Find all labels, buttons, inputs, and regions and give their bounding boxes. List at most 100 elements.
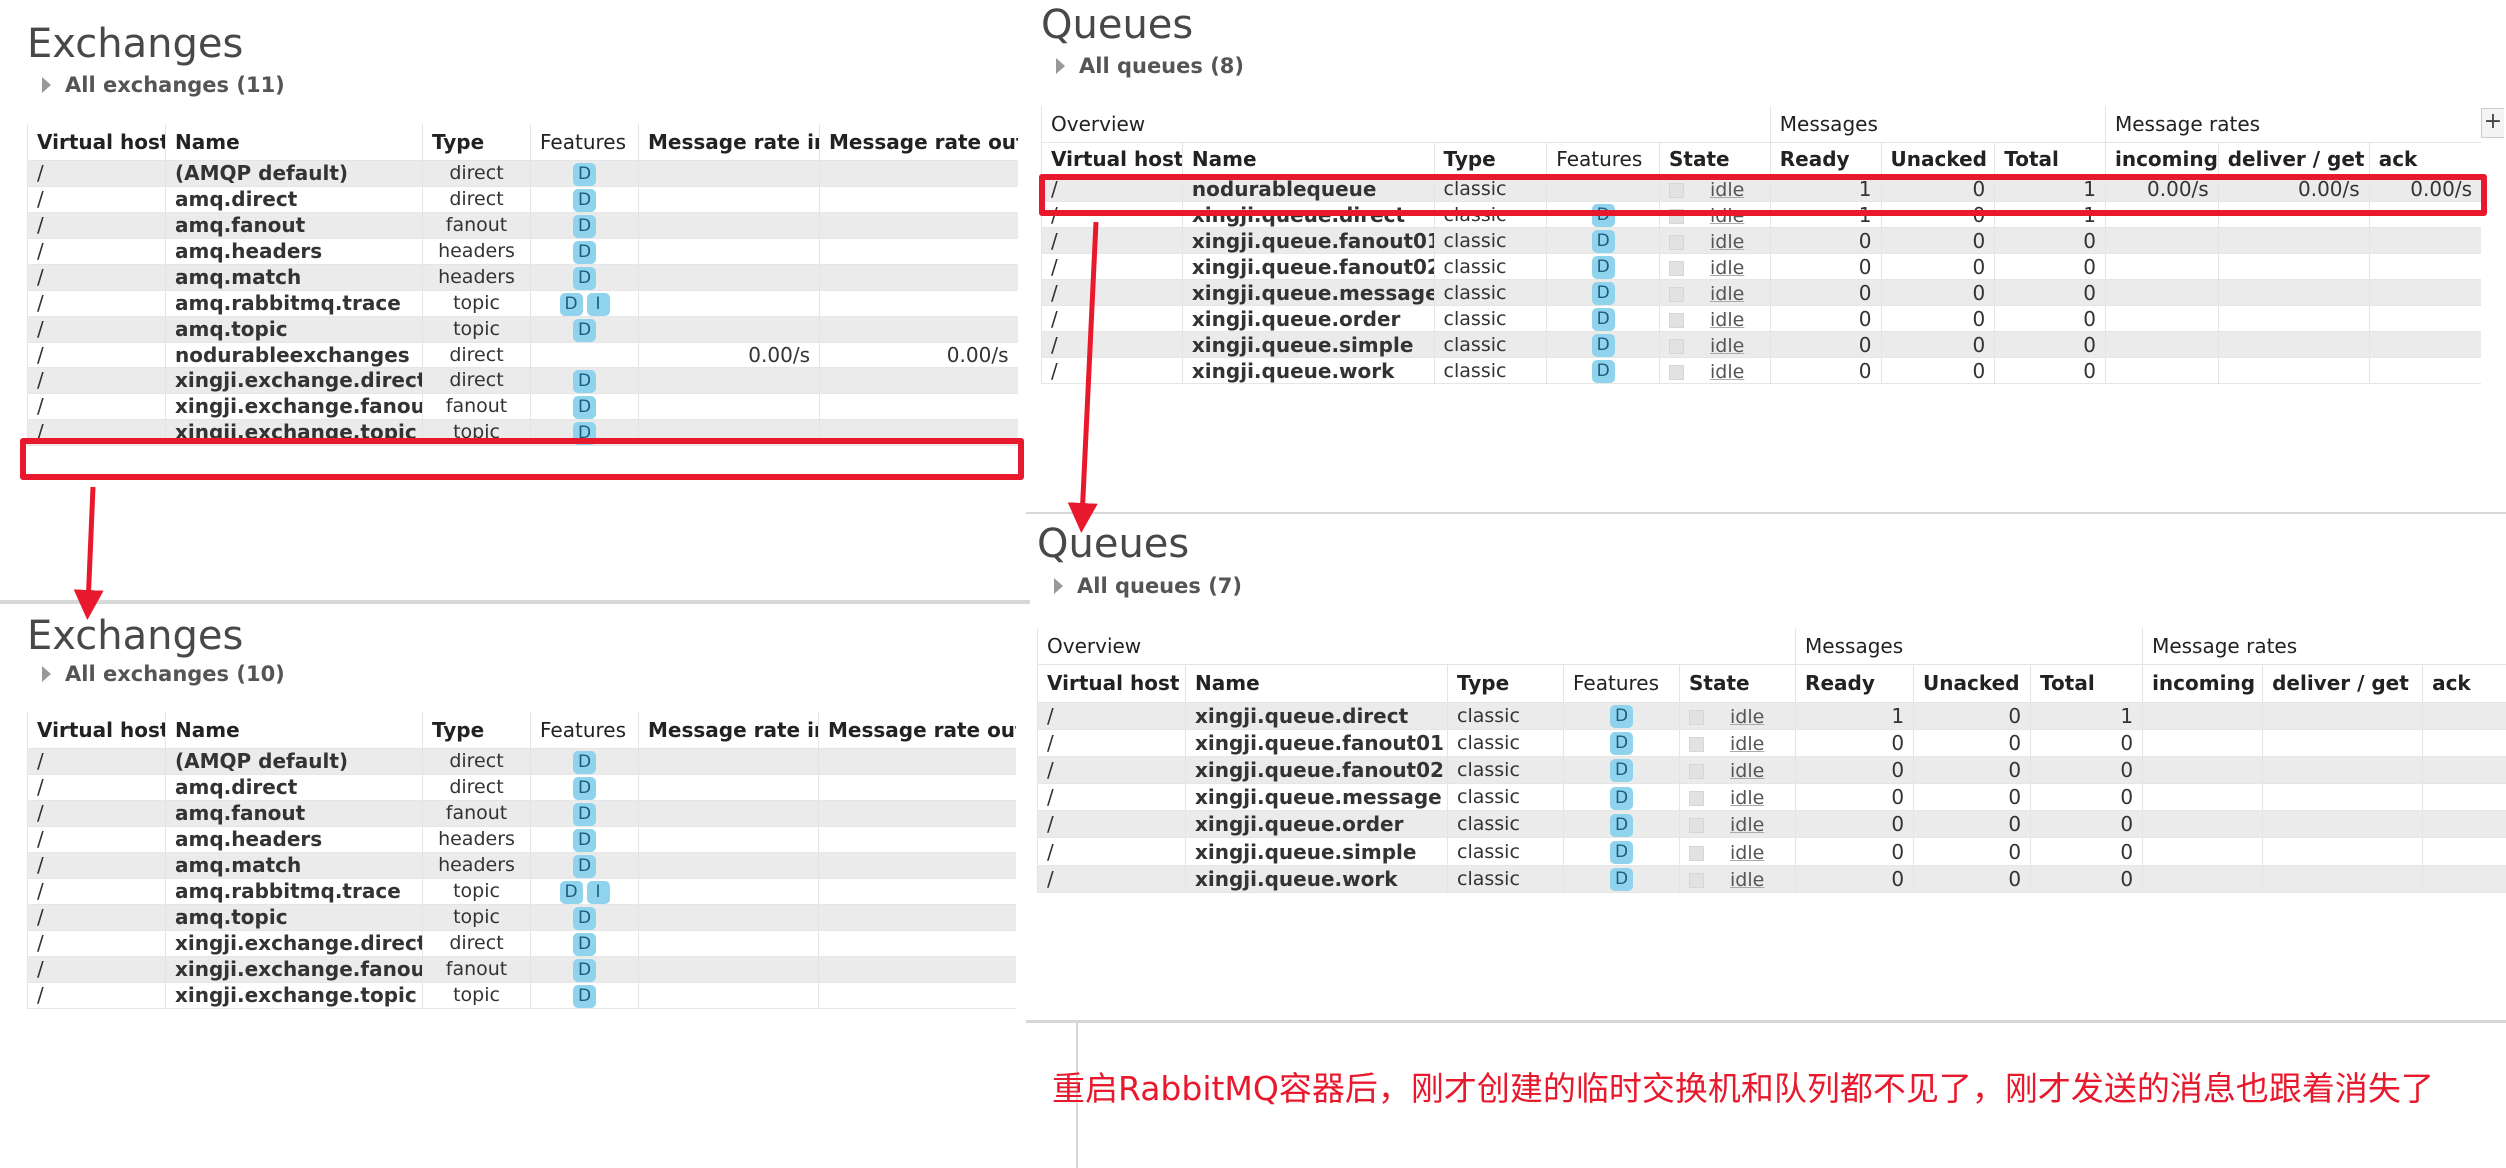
exchange-name-link[interactable]: xingji.exchange.direct <box>165 367 423 394</box>
exchange-name-link[interactable]: amq.rabbitmq.trace <box>165 878 423 905</box>
column-header[interactable]: Message rate out <box>818 712 1016 749</box>
column-header[interactable]: Message rate in <box>638 712 819 749</box>
queue-name-link[interactable]: xingji.queue.fanout01 <box>1181 227 1435 255</box>
column-header[interactable]: Virtual host <box>1037 664 1186 703</box>
column-header[interactable]: State <box>1678 664 1796 703</box>
column-header[interactable]: ack <box>2368 142 2481 177</box>
all-exchanges-toggle[interactable]: All exchanges (11) <box>42 75 285 96</box>
queue-name-link[interactable]: xingji.queue.order <box>1181 305 1435 333</box>
exchange-name-link[interactable]: (AMQP default) <box>165 160 423 187</box>
queue-name-link[interactable]: xingji.queue.simple <box>1185 837 1448 866</box>
all-exchanges-toggle[interactable]: All exchanges (10) <box>42 664 285 685</box>
column-header[interactable]: Name <box>1185 664 1448 703</box>
column-header[interactable]: incoming <box>2142 664 2263 703</box>
exchange-name-link[interactable]: amq.headers <box>165 238 423 265</box>
total-cell: 0 <box>2030 837 2143 866</box>
column-header[interactable]: Virtual host <box>27 712 166 749</box>
state-label[interactable]: idle <box>1710 205 1744 227</box>
exchange-name-link[interactable]: amq.topic <box>165 316 423 343</box>
column-header[interactable]: Total <box>2030 664 2143 703</box>
exchange-name-link[interactable]: xingji.exchange.topic <box>165 982 423 1009</box>
state-label[interactable]: idle <box>1710 283 1744 305</box>
queue-name-link[interactable]: nodurablequeue <box>1181 176 1435 203</box>
column-header[interactable]: State <box>1659 142 1771 177</box>
queue-name-link[interactable]: xingji.queue.fanout02 <box>1185 756 1448 785</box>
column-header[interactable]: Type <box>1433 142 1547 177</box>
state-indicator-icon <box>1689 818 1704 834</box>
queue-name-link[interactable]: xingji.queue.fanout01 <box>1185 729 1448 757</box>
ack-rate-cell <box>2368 305 2481 333</box>
column-header[interactable]: Features <box>1546 142 1660 177</box>
queue-name-link[interactable]: xingji.queue.simple <box>1181 331 1435 359</box>
state-label[interactable]: idle <box>1730 733 1764 755</box>
exchange-name-link[interactable]: (AMQP default) <box>165 748 423 775</box>
type-cell: headers <box>422 826 531 853</box>
column-header[interactable]: Message rate in <box>638 124 820 161</box>
state-label[interactable]: idle <box>1730 760 1764 782</box>
all-queues-toggle[interactable]: All queues (8) <box>1056 56 1244 77</box>
unacked-cell: 0 <box>1880 279 1995 307</box>
state-label[interactable]: idle <box>1710 361 1744 383</box>
state-label[interactable]: idle <box>1710 179 1744 201</box>
all-queues-toggle[interactable]: All queues (7) <box>1054 576 1242 597</box>
state-label[interactable]: idle <box>1730 814 1764 836</box>
exchange-name-link[interactable]: amq.direct <box>165 774 423 801</box>
column-header[interactable]: Type <box>422 712 531 749</box>
exchange-name-link[interactable]: amq.rabbitmq.trace <box>165 290 423 317</box>
ready-cell: 0 <box>1769 357 1881 385</box>
state-label[interactable]: idle <box>1710 309 1744 331</box>
exchange-name-link[interactable]: xingji.exchange.fanout <box>165 393 423 420</box>
column-header[interactable]: ack <box>2422 664 2506 703</box>
exchange-name-link[interactable]: amq.fanout <box>165 800 423 827</box>
column-header[interactable]: Name <box>165 124 423 161</box>
column-header[interactable]: Total <box>1994 142 2106 177</box>
state-label[interactable]: idle <box>1730 787 1764 809</box>
column-header[interactable]: Name <box>1181 142 1435 177</box>
exchange-name-link[interactable]: amq.topic <box>165 904 423 931</box>
state-label[interactable]: idle <box>1730 706 1764 728</box>
column-header[interactable]: deliver / get <box>2217 142 2370 177</box>
exchange-name-link[interactable]: amq.fanout <box>165 212 423 239</box>
rate-out-cell <box>818 852 1016 879</box>
column-header[interactable]: deliver / get <box>2262 664 2423 703</box>
state-label[interactable]: idle <box>1710 257 1744 279</box>
queue-name-link[interactable]: xingji.queue.work <box>1185 865 1448 893</box>
column-header[interactable]: Type <box>422 124 531 161</box>
exchange-name-link[interactable]: amq.match <box>165 852 423 879</box>
exchange-name-link[interactable]: nodurableexchanges <box>165 342 423 368</box>
state-label[interactable]: idle <box>1730 869 1764 891</box>
exchange-name-link[interactable]: xingji.exchange.topic <box>165 419 423 446</box>
feature-badge-d: D <box>1610 786 1633 810</box>
column-header[interactable]: Ready <box>1769 142 1881 177</box>
queue-name-link[interactable]: xingji.queue.order <box>1185 810 1448 839</box>
add-column-button[interactable]: + <box>2481 108 2504 138</box>
column-header[interactable]: Virtual host <box>27 124 166 161</box>
queue-name-link[interactable]: xingji.queue.direct <box>1181 201 1435 229</box>
queue-name-link[interactable]: xingji.queue.message <box>1185 783 1448 812</box>
column-header[interactable]: Ready <box>1795 664 1914 703</box>
exchange-name-link[interactable]: amq.direct <box>165 186 423 213</box>
queue-name-link[interactable]: xingji.queue.direct <box>1185 702 1448 730</box>
column-header[interactable]: Features <box>1563 664 1680 703</box>
column-header[interactable]: Features <box>530 124 639 161</box>
column-header[interactable]: Unacked <box>1880 142 1995 177</box>
column-header[interactable]: Virtual host <box>1041 142 1183 177</box>
exchange-name-link[interactable]: xingji.exchange.direct <box>165 930 423 957</box>
state-label[interactable]: idle <box>1730 842 1764 864</box>
queue-name-link[interactable]: xingji.queue.message <box>1181 279 1435 307</box>
column-header[interactable]: incoming <box>2104 142 2219 177</box>
unacked-cell: 0 <box>1913 702 2031 730</box>
state-label[interactable]: idle <box>1710 335 1744 357</box>
exchange-name-link[interactable]: amq.headers <box>165 826 423 853</box>
column-header[interactable]: Features <box>530 712 639 749</box>
column-header[interactable]: Message rate out <box>819 124 1018 161</box>
queue-name-link[interactable]: xingji.queue.work <box>1181 357 1435 385</box>
state-label[interactable]: idle <box>1710 231 1744 253</box>
column-header[interactable]: Unacked <box>1913 664 2031 703</box>
column-header[interactable]: Type <box>1447 664 1564 703</box>
exchange-name-link[interactable]: xingji.exchange.fanout <box>165 956 423 983</box>
exchange-name-link[interactable]: amq.match <box>165 264 423 291</box>
column-header[interactable]: Name <box>165 712 423 749</box>
queue-name-link[interactable]: xingji.queue.fanout02 <box>1181 253 1435 281</box>
rate-out-cell <box>819 419 1018 446</box>
